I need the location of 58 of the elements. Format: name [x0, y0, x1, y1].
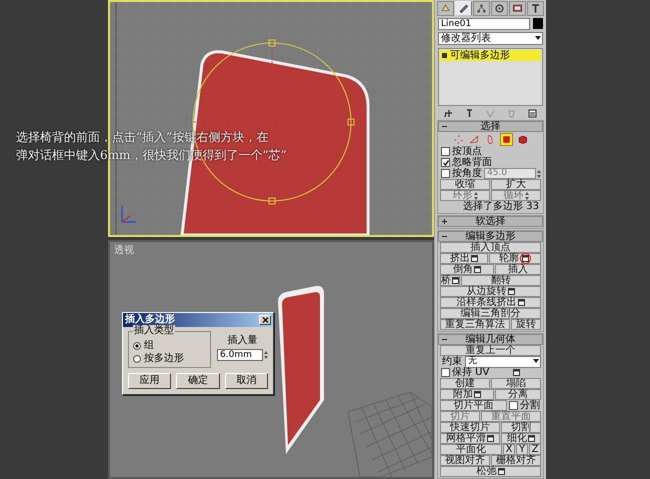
- command-button[interactable]: 网格平滑: [440, 433, 500, 444]
- group-title: 插入类型: [133, 325, 175, 337]
- command-button[interactable]: 扩大: [491, 179, 541, 190]
- command-button[interactable]: 分离: [495, 389, 541, 400]
- command-button[interactable]: 附加: [440, 389, 494, 400]
- rollout-header[interactable]: 软选择: [438, 216, 543, 227]
- checkbox[interactable]: 忽略背面: [440, 158, 493, 168]
- command-button[interactable]: 轮廓: [489, 253, 541, 264]
- constraint-label: 约束: [441, 356, 462, 366]
- command-button[interactable]: 松弛: [440, 466, 541, 477]
- radio-option[interactable]: 组: [133, 340, 206, 352]
- command-button[interactable]: 重复上一个: [440, 345, 541, 356]
- command-button[interactable]: 创建: [440, 378, 490, 389]
- perspective-viewport[interactable]: 透视 插入多边形 插入类型 组 按多边形 插入量 6.0mm 应用 确定 取消: [108, 240, 434, 479]
- object-name-field[interactable]: Line01: [438, 18, 530, 30]
- command-button[interactable]: 细化: [501, 433, 541, 444]
- stack-item[interactable]: 可编辑多边形: [440, 50, 541, 61]
- checkbox[interactable]: 分割: [508, 400, 541, 410]
- dialog-title: 插入多边形: [125, 314, 175, 325]
- checkbox[interactable]: 按角度: [440, 168, 483, 178]
- command-button[interactable]: 插入: [495, 264, 541, 275]
- command-button[interactable]: Y: [516, 444, 528, 455]
- dialog-button[interactable]: 应用: [128, 373, 172, 389]
- command-button[interactable]: 切割: [501, 422, 541, 433]
- rollout-header[interactable]: 选择: [438, 121, 543, 132]
- rollout-header[interactable]: 编辑几何体: [438, 334, 543, 345]
- command-button[interactable]: 插入顶点: [440, 242, 541, 253]
- modifier-list-dropdown[interactable]: 修改器列表: [438, 32, 543, 45]
- command-button[interactable]: 翻转: [461, 275, 541, 286]
- checkbox[interactable]: 按顶点: [440, 146, 483, 156]
- command-button[interactable]: 视图对齐: [440, 455, 490, 466]
- command-button[interactable]: 倒角: [440, 264, 494, 275]
- command-button[interactable]: Z: [529, 444, 541, 455]
- command-button[interactable]: 挤出: [440, 253, 488, 264]
- command-button[interactable]: 沿样条线挤出: [440, 297, 541, 308]
- angle-field[interactable]: 45.0: [484, 168, 536, 179]
- dialog-button[interactable]: 取消: [224, 373, 268, 389]
- radio-option[interactable]: 按多边形: [133, 353, 206, 365]
- rollout-header[interactable]: 编辑多边形: [438, 231, 543, 242]
- command-button[interactable]: 桥: [440, 275, 460, 286]
- command-button[interactable]: 栅格对齐: [491, 455, 541, 466]
- command-button[interactable]: 编辑三角剖分: [440, 308, 541, 319]
- command-button[interactable]: 快速切片: [440, 422, 500, 433]
- command-button[interactable]: 从边旋转: [440, 286, 541, 297]
- constraint-dropdown[interactable]: 无: [465, 356, 541, 368]
- viewport-label: 透视: [114, 245, 134, 257]
- dialog-button[interactable]: 确定: [176, 373, 220, 389]
- checkbox[interactable]: 保持 UV: [440, 368, 490, 378]
- command-button[interactable]: 收缩: [440, 179, 490, 190]
- amount-field[interactable]: 6.0mm: [217, 349, 263, 361]
- amount-label: 插入量: [228, 335, 258, 347]
- command-button[interactable]: 塌陷: [491, 378, 541, 389]
- command-button[interactable]: 重复三角算法: [440, 319, 510, 330]
- command-button[interactable]: 旋转: [511, 319, 541, 330]
- command-button[interactable]: 切片平面: [440, 400, 507, 411]
- selection-status: 选择了多边形 33: [462, 201, 540, 212]
- command-button[interactable]: 平面化: [440, 444, 502, 455]
- command-button[interactable]: X: [503, 444, 515, 455]
